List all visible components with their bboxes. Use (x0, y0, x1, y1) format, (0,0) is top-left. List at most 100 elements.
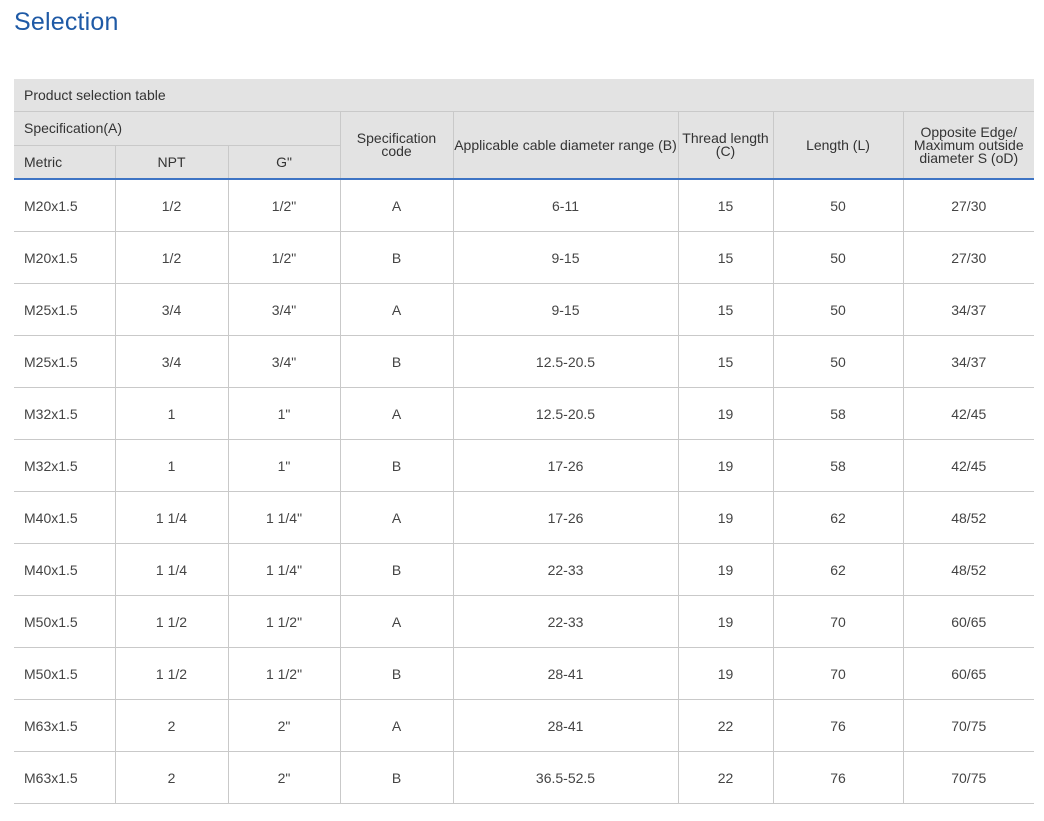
cell-opposite-edge: 34/37 (903, 283, 1035, 336)
cell-metric: M40x1.5 (14, 543, 116, 596)
cell-opposite-edge: 70/75 (903, 751, 1035, 804)
header-cable-diameter-range: Applicable cable diameter range (B) (452, 111, 679, 180)
cell-metric: M63x1.5 (14, 751, 116, 804)
cell-spec-code: A (340, 179, 454, 232)
cell-metric: M63x1.5 (14, 699, 116, 752)
table-row: M63x1.5 2 2" B 36.5-52.5 22 76 70/75 (14, 751, 1035, 804)
cell-npt: 3/4 (115, 335, 229, 388)
table-row: M40x1.5 1 1/4 1 1/4" B 22-33 19 62 48/52 (14, 543, 1035, 596)
cell-npt: 1 1/2 (115, 595, 229, 648)
cell-spec-code: B (340, 647, 454, 700)
cell-thread-length: 22 (678, 751, 774, 804)
table-row: M20x1.5 1/2 1/2" B 9-15 15 50 27/30 (14, 231, 1035, 284)
cell-npt: 1 1/4 (115, 543, 229, 596)
table-row: M25x1.5 3/4 3/4" B 12.5-20.5 15 50 34/37 (14, 335, 1035, 388)
cell-cable-range: 9-15 (453, 231, 679, 284)
cell-opposite-edge: 48/52 (903, 543, 1035, 596)
cell-cable-range: 28-41 (453, 699, 679, 752)
product-selection-table: Product selection table Specification(A)… (14, 79, 1035, 804)
cell-spec-code: B (340, 751, 454, 804)
header-opposite-edge: Opposite Edge/ Maximum outside diameter … (902, 111, 1035, 180)
cell-npt: 1 1/4 (115, 491, 229, 544)
table-row: M50x1.5 1 1/2 1 1/2" B 28-41 19 70 60/65 (14, 647, 1035, 700)
cell-cable-range: 36.5-52.5 (453, 751, 679, 804)
cell-metric: M32x1.5 (14, 387, 116, 440)
cell-cable-range: 9-15 (453, 283, 679, 336)
cell-length: 62 (773, 543, 904, 596)
cell-length: 62 (773, 491, 904, 544)
cell-opposite-edge: 42/45 (903, 387, 1035, 440)
table-row: M32x1.5 1 1" B 17-26 19 58 42/45 (14, 439, 1035, 492)
cell-g: 1 1/2" (228, 647, 341, 700)
cell-npt: 1 (115, 439, 229, 492)
cell-length: 58 (773, 439, 904, 492)
cell-cable-range: 17-26 (453, 491, 679, 544)
cell-g: 3/4" (228, 335, 341, 388)
cell-spec-code: A (340, 387, 454, 440)
cell-g: 1/2" (228, 179, 341, 232)
cell-npt: 2 (115, 699, 229, 752)
cell-npt: 3/4 (115, 283, 229, 336)
cell-npt: 1 1/2 (115, 647, 229, 700)
cell-cable-range: 12.5-20.5 (453, 335, 679, 388)
cell-cable-range: 6-11 (453, 179, 679, 232)
table-row: M40x1.5 1 1/4 1 1/4" A 17-26 19 62 48/52 (14, 491, 1035, 544)
cell-metric: M40x1.5 (14, 491, 116, 544)
table-caption: Product selection table (14, 79, 1035, 112)
cell-spec-code: B (340, 335, 454, 388)
cell-cable-range: 28-41 (453, 647, 679, 700)
cell-spec-code: B (340, 543, 454, 596)
table-row: M63x1.5 2 2" A 28-41 22 76 70/75 (14, 699, 1035, 752)
table-header: Product selection table Specification(A)… (14, 79, 1035, 180)
cell-g: 2" (228, 751, 341, 804)
cell-spec-code: A (340, 595, 454, 648)
header-length: Length (L) (772, 111, 904, 180)
cell-npt: 2 (115, 751, 229, 804)
cell-thread-length: 19 (678, 491, 774, 544)
cell-g: 1 1/2" (228, 595, 341, 648)
cell-thread-length: 19 (678, 543, 774, 596)
cell-cable-range: 17-26 (453, 439, 679, 492)
table-body: M20x1.5 1/2 1/2" A 6-11 15 50 27/30 M20x1.5 1/2 1/… (14, 179, 1035, 804)
cell-thread-length: 19 (678, 439, 774, 492)
header-row-group: Specification(A) Specification code Appl… (14, 111, 1035, 180)
table-row: M25x1.5 3/4 3/4" A 9-15 15 50 34/37 (14, 283, 1035, 336)
cell-metric: M50x1.5 (14, 647, 116, 700)
cell-g: 2" (228, 699, 341, 752)
cell-g: 1 1/4" (228, 543, 341, 596)
cell-opposite-edge: 60/65 (903, 647, 1035, 700)
cell-cable-range: 12.5-20.5 (453, 387, 679, 440)
cell-metric: M50x1.5 (14, 595, 116, 648)
table-row: M50x1.5 1 1/2 1 1/2" A 22-33 19 70 60/65 (14, 595, 1035, 648)
cell-spec-code: A (340, 283, 454, 336)
table-row: M20x1.5 1/2 1/2" A 6-11 15 50 27/30 (14, 179, 1035, 232)
cell-opposite-edge: 48/52 (903, 491, 1035, 544)
cell-metric: M25x1.5 (14, 335, 116, 388)
header-g: G" (227, 145, 341, 180)
cell-spec-code: B (340, 439, 454, 492)
cell-spec-code: A (340, 491, 454, 544)
cell-thread-length: 19 (678, 595, 774, 648)
cell-npt: 1 (115, 387, 229, 440)
cell-g: 3/4" (228, 283, 341, 336)
cell-g: 1" (228, 439, 341, 492)
product-selection-table-container: Product selection table Specification(A)… (14, 79, 1035, 804)
table-row: M32x1.5 1 1" A 12.5-20.5 19 58 42/45 (14, 387, 1035, 440)
cell-cable-range: 22-33 (453, 595, 679, 648)
cell-metric: M20x1.5 (14, 179, 116, 232)
header-metric: Metric (14, 145, 116, 180)
cell-opposite-edge: 42/45 (903, 439, 1035, 492)
cell-g: 1/2" (228, 231, 341, 284)
cell-opposite-edge: 34/37 (903, 335, 1035, 388)
cell-length: 70 (773, 647, 904, 700)
header-specification-group: Specification(A) (14, 111, 341, 146)
cell-length: 50 (773, 231, 904, 284)
cell-npt: 1/2 (115, 179, 229, 232)
header-thread-length: Thread length (C) (677, 111, 774, 180)
cell-length: 50 (773, 335, 904, 388)
page-title: Selection (14, 8, 119, 36)
header-specification-code: Specification code (339, 111, 454, 180)
cell-opposite-edge: 60/65 (903, 595, 1035, 648)
cell-length: 50 (773, 179, 904, 232)
cell-opposite-edge: 27/30 (903, 231, 1035, 284)
